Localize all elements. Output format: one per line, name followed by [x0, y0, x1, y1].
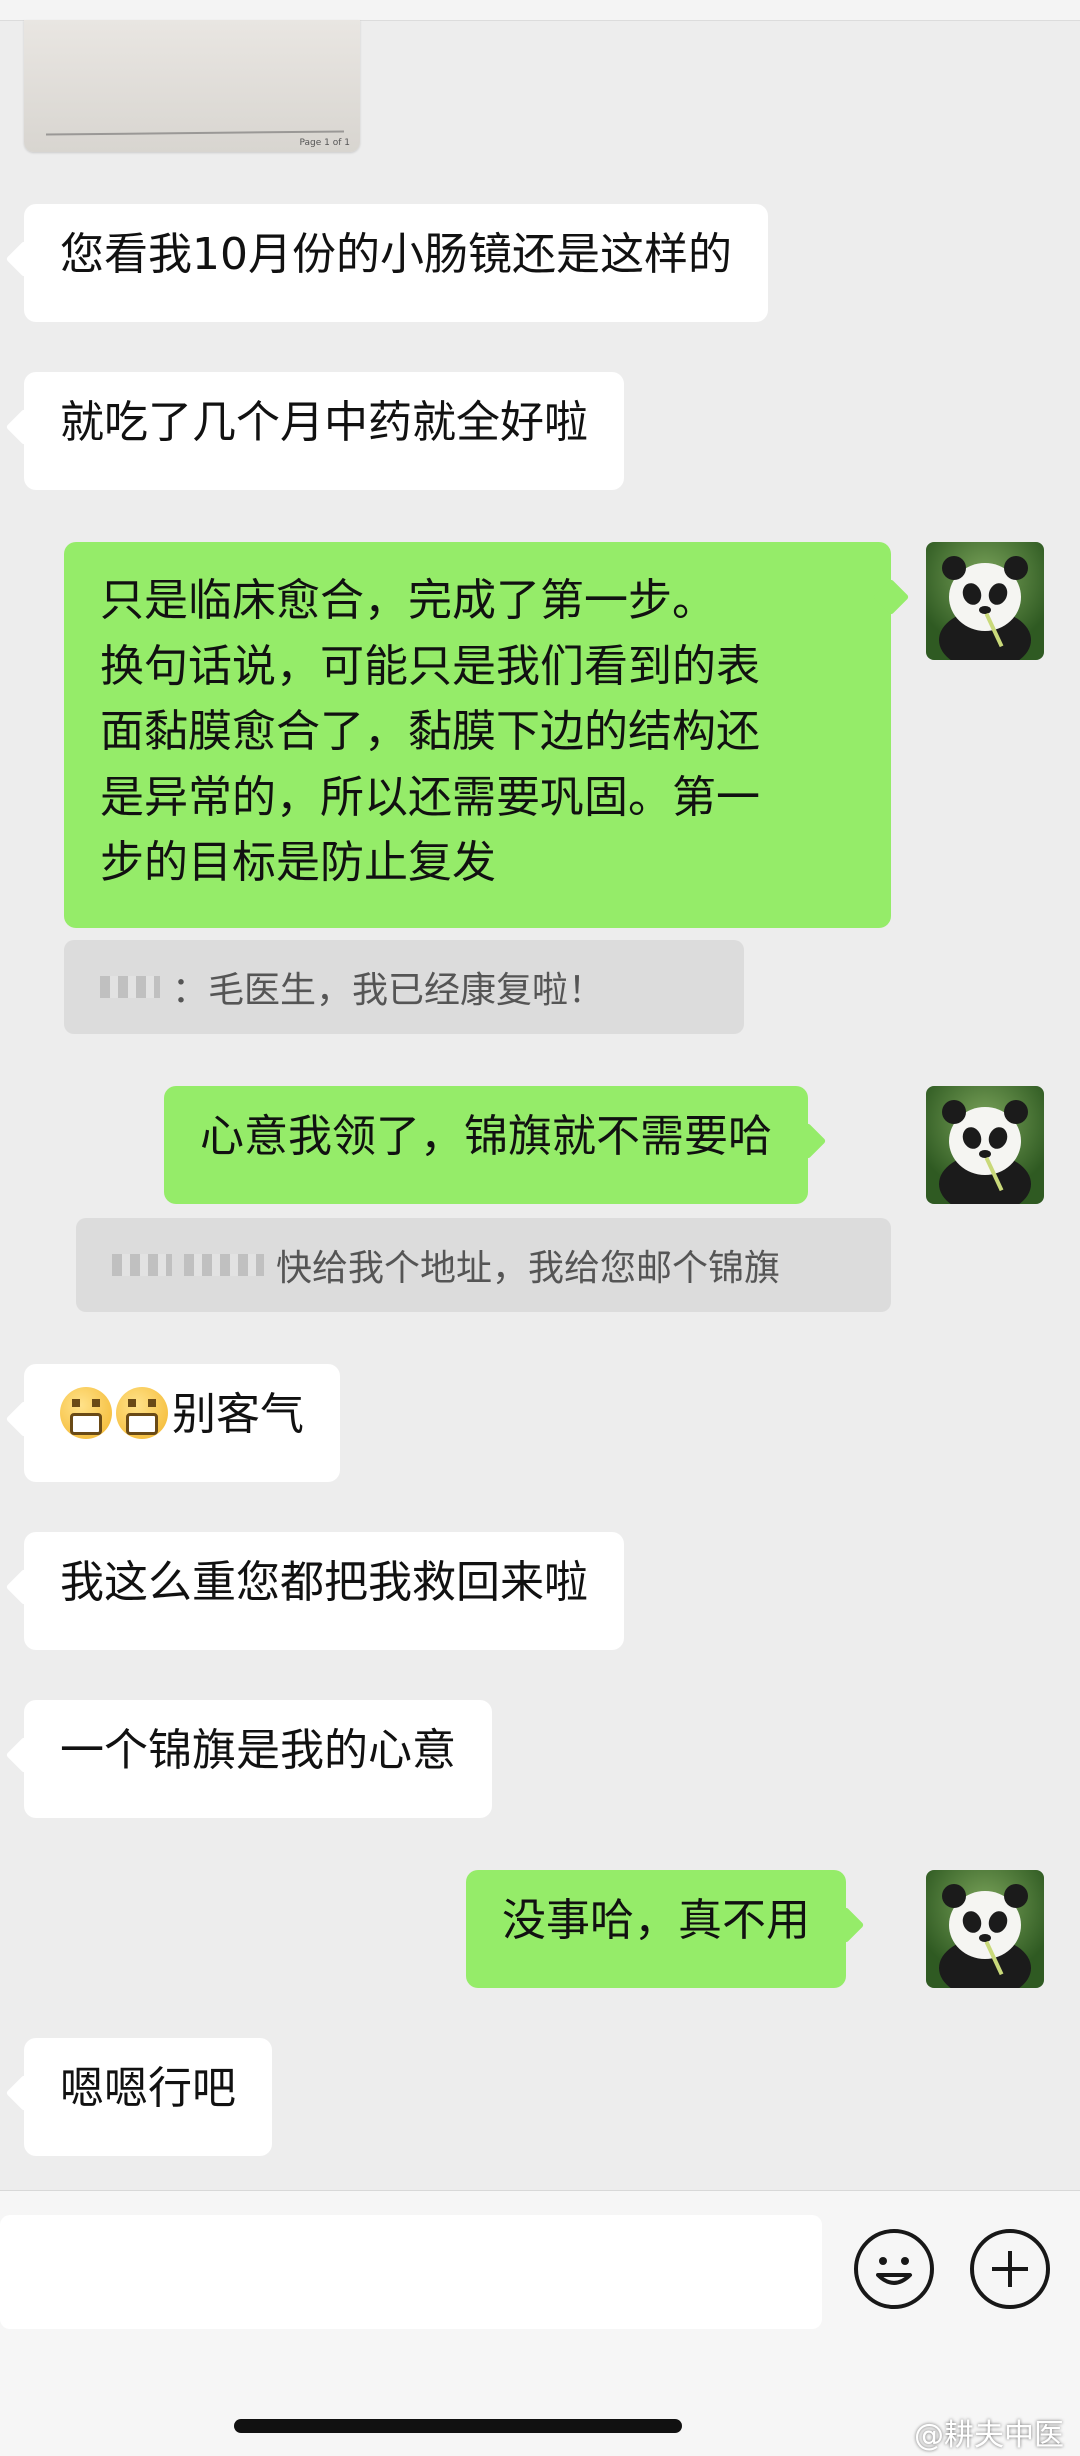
- redacted-name: [100, 976, 160, 998]
- message-line: 换句话说，可能只是我们看到的表: [100, 640, 760, 692]
- message-text: 一个锦旗是我的心意: [60, 1725, 456, 1776]
- quoted-message[interactable]: ：毛医生，我已经康复啦！: [64, 940, 744, 1034]
- message-text: 我这么重您都把我救回来啦: [60, 1557, 588, 1608]
- message-input[interactable]: [0, 2215, 822, 2329]
- sent-message[interactable]: 心意我领了，锦旗就不需要哈: [164, 1086, 808, 1204]
- quoted-message[interactable]: 快给我个地址，我给您邮个锦旗: [76, 1218, 891, 1312]
- grimacing-face-icon: [116, 1387, 168, 1439]
- watermark: @耕夫中医: [914, 2418, 1064, 2453]
- sent-message[interactable]: 没事哈，真不用: [466, 1870, 846, 1988]
- message-text: 嗯嗯行吧: [60, 2063, 236, 2114]
- received-message[interactable]: 您看我10月份的小肠镜还是这样的: [24, 204, 768, 322]
- panda-avatar[interactable]: [926, 1870, 1044, 1988]
- received-message[interactable]: 别客气: [24, 1364, 340, 1482]
- message-text: 别客气: [172, 1389, 304, 1440]
- quote-text: 快给我个地址，我给您邮个锦旗: [276, 1248, 781, 1289]
- panda-avatar[interactable]: [926, 542, 1044, 660]
- status-bar-edge: [0, 0, 1080, 21]
- redacted-name: [184, 1254, 264, 1276]
- image-message-thumbnail[interactable]: Page 1 of 1: [24, 20, 360, 152]
- plus-circle-icon[interactable]: [970, 2229, 1050, 2309]
- quote-text: ：毛医生，我已经康复啦！: [172, 970, 605, 1011]
- received-message[interactable]: 就吃了几个月中药就全好啦: [24, 372, 624, 490]
- received-message[interactable]: 我这么重您都把我救回来啦: [24, 1532, 624, 1650]
- grimacing-face-icon: [60, 1387, 112, 1439]
- home-indicator[interactable]: [234, 2419, 682, 2433]
- message-line: 面黏膜愈合了，黏膜下边的结构还: [100, 706, 760, 758]
- message-text: 就吃了几个月中药就全好啦: [60, 397, 588, 448]
- message-text: 心意我领了，锦旗就不需要哈: [200, 1111, 772, 1162]
- received-message[interactable]: 嗯嗯行吧: [24, 2038, 272, 2156]
- received-message[interactable]: 一个锦旗是我的心意: [24, 1700, 492, 1818]
- redacted-name: [112, 1254, 172, 1276]
- smiley-icon[interactable]: [854, 2229, 934, 2309]
- message-line: 是异常的，所以还需要巩固。第一: [100, 771, 760, 823]
- panda-avatar[interactable]: [926, 1086, 1044, 1204]
- message-line: 只是临床愈合，完成了第一步。: [100, 575, 716, 626]
- sent-message[interactable]: 只是临床愈合，完成了第一步。 换句话说，可能只是我们看到的表 面黏膜愈合了，黏膜…: [64, 542, 891, 928]
- message-line: 步的目标是防止复发: [100, 837, 496, 889]
- message-text: 您看我10月份的小肠镜还是这样的: [60, 229, 732, 280]
- message-text: 没事哈，真不用: [502, 1895, 810, 1946]
